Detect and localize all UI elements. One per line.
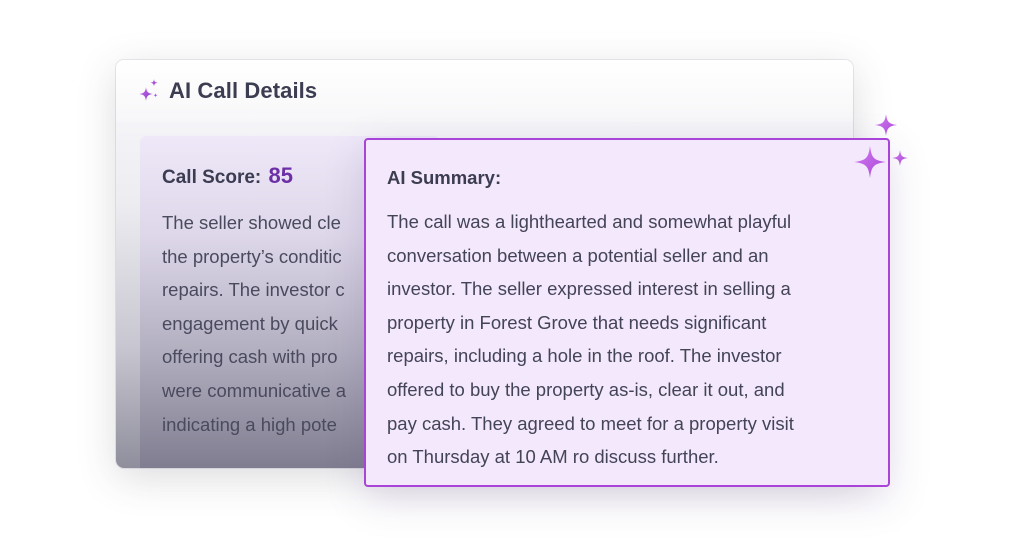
summary-text-line: investor. The seller expressed interest …	[387, 278, 791, 300]
sparkles-icon	[139, 79, 158, 101]
summary-text-line: pay cash. They agreed to meet for a prop…	[387, 412, 794, 434]
details-header: AI Call Details	[116, 60, 853, 122]
call-score-label: Call Score:	[162, 167, 262, 188]
page: AI Call Details Call Score: 85 The selle…	[0, 0, 1024, 549]
call-score-value: 85	[268, 163, 294, 188]
details-title: AI Call Details	[169, 78, 318, 103]
summary-text-line: property in Forest Grove that needs sign…	[387, 311, 767, 333]
summary-text-line: offered to buy the property as-is, clear…	[387, 378, 785, 400]
decorative-sparkles-icon	[854, 114, 908, 178]
summary-text: The call was a lighthearted and somewhat…	[387, 205, 877, 474]
summary-text-line: on Thursday at 10 AM ro discuss further.	[387, 446, 719, 468]
call-score: Call Score: 85	[162, 163, 293, 189]
ai-summary-card: AI Summary: The call was a lighthearted …	[364, 138, 890, 487]
summary-title: AI Summary:	[387, 167, 502, 188]
summary-text-line: conversation between a potential seller …	[387, 244, 769, 266]
summary-text-line: repairs, including a hole in the roof. T…	[387, 345, 782, 367]
summary-text-line: The call was a lighthearted and somewhat…	[387, 211, 792, 232]
